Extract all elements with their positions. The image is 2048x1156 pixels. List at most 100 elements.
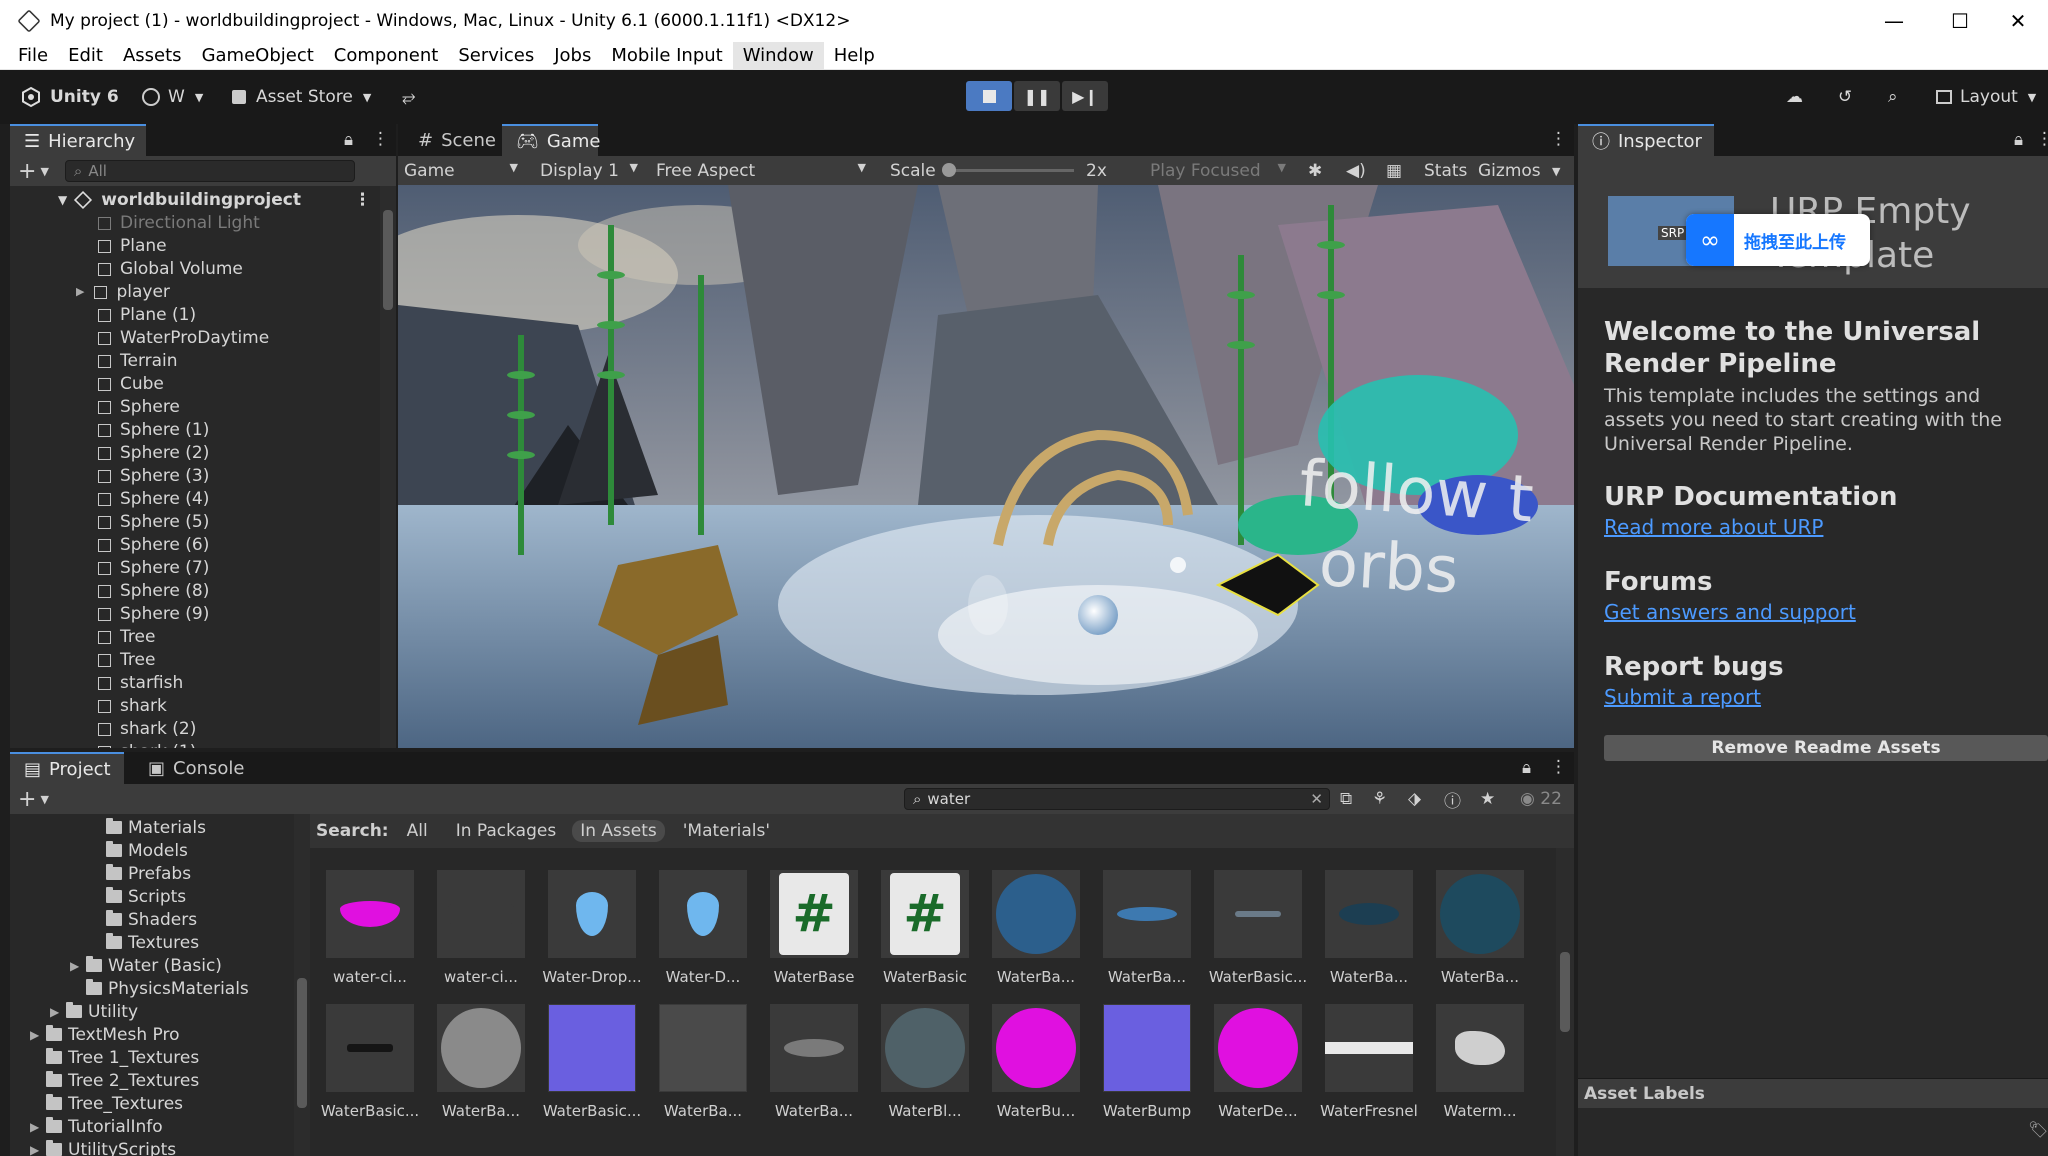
step-button[interactable]: ▶❙ (1062, 81, 1108, 111)
history-icon[interactable]: ↺ (1838, 84, 1852, 110)
tag-icon[interactable]: 🏷︎ (2028, 1120, 2048, 1139)
remove-readme-button[interactable]: Remove Readme Assets (1604, 735, 2048, 761)
game-view-dropdown[interactable]: Game ▼ (404, 161, 526, 181)
hierarchy-item[interactable]: Sphere (8) (10, 579, 380, 602)
tab-inspector[interactable]: ⓘ Inspector (1578, 124, 1714, 156)
folder-item[interactable]: Shaders (90, 908, 197, 931)
clear-search-icon[interactable]: ✕ (1310, 790, 1323, 808)
asset-tile[interactable]: WaterBu... (976, 1004, 1080, 1124)
chevron-right-icon[interactable]: ▶ (76, 285, 84, 298)
folder-item[interactable]: Textures (90, 931, 199, 954)
chevron-down-icon[interactable]: ▼ (40, 793, 48, 806)
folder-item[interactable]: ▶ Utility (50, 1000, 138, 1023)
chevron-right-icon[interactable]: ▶ (30, 1143, 42, 1156)
version-control-icon[interactable]: ⥂ (402, 84, 416, 110)
folder-item[interactable]: Tree 1_Textures (30, 1046, 199, 1069)
search-icon[interactable]: ⌕ (1888, 84, 1898, 110)
tab-console[interactable]: ▣ Console (134, 752, 254, 784)
chevron-down-icon[interactable]: ▼ (1552, 165, 1560, 178)
more-icon[interactable]: ⋮ (1550, 757, 1567, 777)
tab-hierarchy[interactable]: ☰ Hierarchy (10, 124, 146, 156)
audio-icon[interactable]: ◀) (1346, 161, 1366, 181)
upload-overlay[interactable]: ∞ 拖拽至此上传 (1686, 214, 1870, 266)
folder-item[interactable]: PhysicsMaterials (70, 977, 249, 1000)
favorite-icon[interactable]: ★ (1480, 789, 1495, 809)
hierarchy-item[interactable]: Sphere (4) (10, 487, 380, 510)
lock-icon[interactable]: 🔒︎ (2014, 130, 2023, 150)
asset-tile[interactable]: WaterDe... (1198, 1004, 1302, 1124)
folder-item[interactable]: ▶ Water (Basic) (70, 954, 222, 977)
more-icon[interactable]: ⋮ (354, 190, 371, 210)
hierarchy-item[interactable]: Sphere (7) (10, 556, 380, 579)
more-icon[interactable]: ⋮ (372, 129, 389, 149)
asset-tile[interactable]: Water-Drop... (532, 870, 642, 990)
folder-item[interactable]: Prefabs (90, 862, 191, 885)
hierarchy-item[interactable]: ▶ player (10, 280, 380, 303)
layout-dropdown[interactable]: Layout ▼ (1936, 84, 2036, 110)
asset-store-dropdown[interactable]: Asset Store ▼ (232, 84, 371, 110)
keyboard-icon[interactable]: ▦ (1386, 161, 1402, 181)
asset-tile[interactable]: Waterm... (1420, 1004, 1524, 1124)
play-button[interactable] (966, 81, 1012, 111)
play-mode-dropdown[interactable]: Play Focused ▼ (1150, 161, 1294, 181)
folder-item[interactable]: ▶ TutorialInfo (30, 1115, 163, 1138)
asset-tile[interactable]: # WaterBasic (865, 870, 969, 990)
game-viewport[interactable]: follow t orbs (398, 185, 1574, 748)
aspect-dropdown[interactable]: Free Aspect ▼ (656, 161, 874, 181)
lock-icon[interactable]: 🔒︎ (344, 130, 353, 150)
chevron-right-icon[interactable]: ▶ (30, 1120, 42, 1134)
close-button[interactable]: ✕ (1988, 0, 2048, 42)
tab-scene[interactable]: # Scene (404, 124, 500, 156)
folder-tree-scroll-thumb[interactable] (297, 978, 307, 1108)
hierarchy-item[interactable]: Sphere (5) (10, 510, 380, 533)
asset-tile[interactable]: WaterBa... (976, 870, 1080, 990)
hierarchy-item[interactable]: Plane (10, 234, 380, 257)
hierarchy-item[interactable]: Sphere (6) (10, 533, 380, 556)
menu-component[interactable]: Component (324, 42, 449, 70)
hierarchy-item[interactable]: Sphere (3) (10, 464, 380, 487)
asset-tile[interactable]: WaterBa... (643, 1004, 747, 1124)
menu-mobile-input[interactable]: Mobile Input (601, 42, 732, 70)
asset-tile[interactable]: Water-D... (643, 870, 747, 990)
pause-button[interactable]: ❚❚ (1014, 81, 1060, 111)
maximize-button[interactable]: ☐ (1930, 0, 1990, 42)
scale-slider[interactable] (942, 163, 1074, 177)
hierarchy-search-input[interactable]: ⌕ All (64, 160, 355, 182)
menu-gameobject[interactable]: GameObject (192, 42, 324, 70)
asset-tile[interactable]: WaterBa... (421, 1004, 525, 1124)
hierarchy-item[interactable]: Tree (10, 625, 380, 648)
folder-tree-scrollbar[interactable] (294, 814, 310, 1156)
unity-version-button[interactable]: Unity 6 (20, 84, 119, 110)
hierarchy-item[interactable]: Cube (10, 372, 380, 395)
chevron-down-icon[interactable]: ▼ (40, 165, 48, 178)
chevron-down-icon[interactable]: ▼ (58, 193, 67, 207)
hierarchy-item[interactable]: Sphere (2) (10, 441, 380, 464)
tab-project[interactable]: ▤ Project (10, 752, 124, 784)
asset-tile[interactable]: WaterBump (1087, 1004, 1191, 1124)
scope-in-assets[interactable]: In Assets (572, 820, 665, 842)
scope-all[interactable]: All (407, 821, 428, 841)
asset-tile[interactable]: WaterFresnel (1309, 1004, 1418, 1124)
menu-file[interactable]: File (8, 42, 58, 70)
tab-game[interactable]: 🎮︎ Game (502, 124, 600, 156)
scale-slider-handle[interactable] (942, 163, 956, 177)
asset-grid-scrollbar[interactable] (1556, 848, 1574, 1156)
folder-item[interactable]: Materials (90, 816, 206, 839)
forums-link[interactable]: Get answers and support (1604, 600, 1856, 624)
cloud-icon[interactable]: ☁ (1786, 84, 1803, 110)
folder-item[interactable]: ▶ UtilityScripts (30, 1138, 176, 1156)
asset-tile[interactable]: WaterBasic... (1198, 870, 1307, 990)
add-icon[interactable]: + (18, 159, 36, 184)
scope-in-packages[interactable]: In Packages (456, 821, 557, 841)
scene-root[interactable]: ▼ worldbuildingproject ⋮ (10, 188, 380, 211)
asset-tile[interactable]: WaterBasic... (310, 1004, 419, 1124)
folder-item[interactable]: Models (90, 839, 188, 862)
chevron-right-icon[interactable]: ▶ (30, 1028, 42, 1042)
hierarchy-item[interactable]: shark (10, 694, 380, 717)
more-icon[interactable]: ⋮ (1550, 129, 1567, 149)
menu-services[interactable]: Services (448, 42, 544, 70)
hierarchy-item[interactable]: shark (1) (10, 740, 380, 749)
asset-tile[interactable]: WaterBasic... (532, 1004, 641, 1124)
hierarchy-item[interactable]: Sphere (9) (10, 602, 380, 625)
bug-icon[interactable]: ✱ (1308, 161, 1322, 181)
